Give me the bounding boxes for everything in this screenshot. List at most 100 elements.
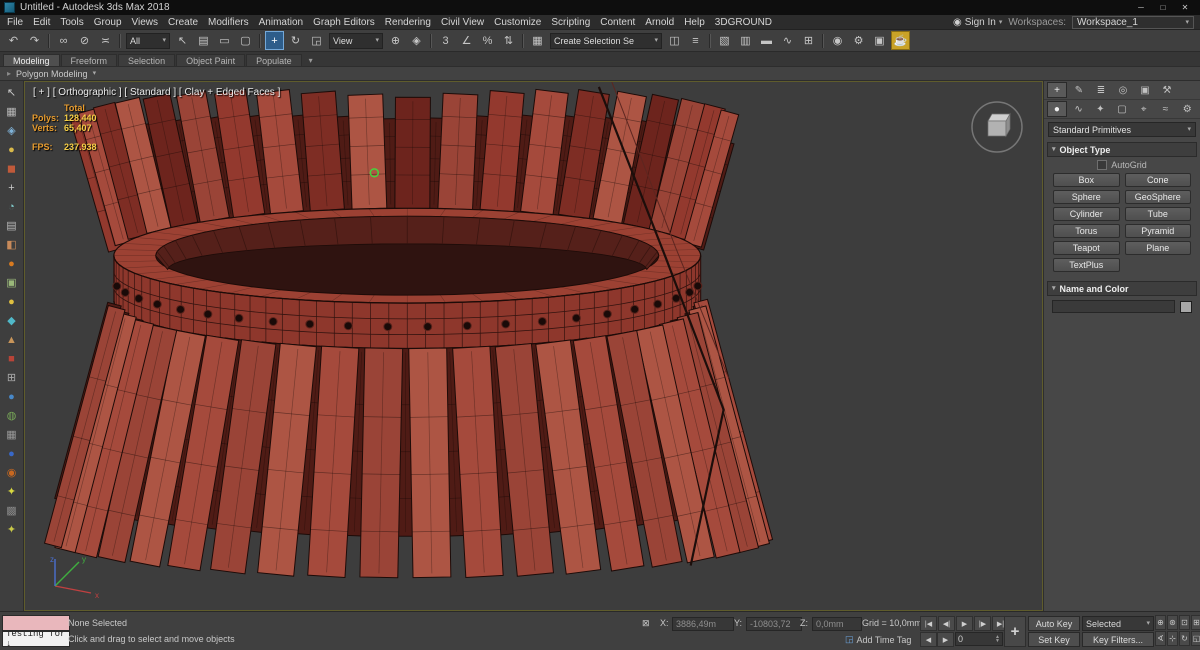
menu-arnold[interactable]: Arnold — [640, 17, 679, 28]
menu-customize[interactable]: Customize — [489, 17, 546, 28]
object-type-geosphere-button[interactable]: GeoSphere — [1124, 190, 1191, 204]
rendered-frame-window-icon[interactable]: ▣ — [870, 31, 889, 50]
object-color-swatch[interactable] — [1180, 300, 1192, 313]
selection-filter-dropdown[interactable]: All ▾ — [126, 32, 170, 49]
command-panel-tab-utilities[interactable]: ⚒ — [1157, 82, 1177, 98]
select-and-scale-icon[interactable]: ◲ — [307, 31, 326, 50]
schematic-view-icon[interactable]: ⊞ — [799, 31, 818, 50]
key-filters-button[interactable]: Key Filters... — [1082, 632, 1154, 647]
object-name-field[interactable] — [1052, 300, 1175, 313]
menu-file[interactable]: File — [2, 17, 28, 28]
set-keys-button[interactable]: + — [1004, 616, 1026, 647]
undo-icon[interactable]: ↶ — [4, 31, 23, 50]
set-key-button[interactable]: Set Key — [1028, 632, 1080, 647]
toggle-scene-explorer-icon[interactable]: ▧ — [715, 31, 734, 50]
object-type-textplus-button[interactable]: TextPlus — [1053, 258, 1120, 272]
maxscript-listener-field[interactable]: Testing for ↓ — [2, 631, 70, 647]
ribbon-collapsed-panel[interactable]: ▸ Polygon Modeling ▾ — [0, 67, 1200, 81]
select-and-manipulate-icon[interactable]: ◈ — [407, 31, 426, 50]
left-tool-square-icon[interactable]: ■ — [2, 349, 21, 368]
angle-snap-toggle-icon[interactable]: ∠ — [457, 31, 476, 50]
minimize-button[interactable]: ─ — [1130, 0, 1152, 15]
toggle-ribbon-icon[interactable]: ▬ — [757, 31, 776, 50]
name-and-color-rollout[interactable]: ▾ Name and Color — [1047, 281, 1197, 296]
left-tool-select-icon[interactable]: ↖ — [2, 83, 21, 102]
edit-named-selection-sets-icon[interactable]: ▦ — [528, 31, 547, 50]
left-tool-bluedot-icon[interactable]: ● — [2, 387, 21, 406]
menu-animation[interactable]: Animation — [254, 17, 308, 28]
menu-3dground[interactable]: 3DGROUND — [710, 17, 777, 28]
rectangular-selection-region-icon[interactable]: ▭ — [215, 31, 234, 50]
object-type-cone-button[interactable]: Cone — [1124, 173, 1191, 187]
left-tool-tri-icon[interactable]: ▲ — [2, 330, 21, 349]
render-setup-icon[interactable]: ⚙ — [849, 31, 868, 50]
current-frame-field[interactable]: 0 ▲ ▼ — [955, 632, 1003, 646]
primitives-category-dropdown[interactable]: Standard Primitives ▾ — [1048, 122, 1196, 137]
left-tool-leaf-icon[interactable]: ◍ — [2, 406, 21, 425]
viewport[interactable]: [ + ] [ Orthographic ] [ Standard ] [ Cl… — [24, 81, 1043, 611]
object-type-plane-button[interactable]: Plane — [1124, 241, 1191, 255]
curve-editor-icon[interactable]: ∿ — [778, 31, 797, 50]
next-key-button[interactable]: ▶ — [937, 632, 954, 647]
left-tool-panel-icon[interactable]: ▣ — [2, 273, 21, 292]
left-tool-half-icon[interactable]: ◧ — [2, 235, 21, 254]
next-frame-button[interactable]: |▶ — [974, 616, 991, 631]
maximize-button[interactable]: □ — [1152, 0, 1174, 15]
left-tool-plusbox-icon[interactable]: ⊞ — [2, 368, 21, 387]
select-and-rotate-icon[interactable]: ↻ — [286, 31, 305, 50]
left-tool-gem-icon[interactable]: ◈ — [2, 121, 21, 140]
left-tool-dot-icon[interactable]: ● — [2, 254, 21, 273]
object-type-torus-button[interactable]: Torus — [1053, 224, 1120, 238]
percent-snap-toggle-icon[interactable]: % — [478, 31, 497, 50]
sign-in-button[interactable]: ◉ Sign In ▾ — [953, 17, 1002, 28]
command-panel-tab-display[interactable]: ▣ — [1135, 82, 1155, 98]
command-panel-category-shapes[interactable]: ∿ — [1069, 101, 1089, 117]
menu-help[interactable]: Help — [679, 17, 710, 28]
mirror-icon[interactable]: ◫ — [665, 31, 684, 50]
command-panel-tab-motion[interactable]: ◎ — [1113, 82, 1133, 98]
object-type-sphere-button[interactable]: Sphere — [1053, 190, 1120, 204]
command-panel-tab-create[interactable]: + — [1047, 82, 1067, 98]
ribbon-config-icon[interactable]: ▾ — [309, 56, 313, 66]
zoom-icon[interactable]: ⊕ — [1155, 615, 1166, 630]
left-tool-ball-icon[interactable]: ● — [2, 292, 21, 311]
left-tool-hatch-icon[interactable]: ▩ — [2, 501, 21, 520]
left-tool-arc-icon[interactable]: ◔ — [2, 197, 21, 216]
material-editor-icon[interactable]: ◉ — [828, 31, 847, 50]
workspace-dropdown[interactable]: Workspace_1 ▾ — [1072, 15, 1194, 29]
menu-rendering[interactable]: Rendering — [380, 17, 436, 28]
redo-icon[interactable]: ↷ — [25, 31, 44, 50]
command-panel-category-geometry[interactable]: ● — [1047, 101, 1067, 117]
macro-recorder-field[interactable] — [2, 615, 70, 631]
command-panel-tab-modify[interactable]: ✎ — [1069, 82, 1089, 98]
previous-frame-button[interactable]: ◀| — [938, 616, 955, 631]
left-tool-navy-icon[interactable]: ● — [2, 444, 21, 463]
select-object-icon[interactable]: ↖ — [173, 31, 192, 50]
menu-civil-view[interactable]: Civil View — [436, 17, 489, 28]
left-tool-star-icon[interactable]: ✦ — [2, 520, 21, 539]
auto-key-button[interactable]: Auto Key — [1028, 616, 1080, 631]
object-type-teapot-button[interactable]: Teapot — [1053, 241, 1120, 255]
command-panel-category-helpers[interactable]: ⌖ — [1134, 101, 1154, 117]
object-type-pyramid-button[interactable]: Pyramid — [1124, 224, 1191, 238]
named-selection-sets-dropdown[interactable]: Create Selection Se ▾ — [550, 32, 662, 49]
object-type-box-button[interactable]: Box — [1053, 173, 1120, 187]
y-coordinate-field[interactable]: -10803,72 — [746, 617, 802, 631]
ribbon-tab-modeling[interactable]: Modeling — [3, 54, 60, 66]
object-type-tube-button[interactable]: Tube — [1124, 207, 1191, 221]
window-crossing-icon[interactable]: ▢ — [236, 31, 255, 50]
z-coordinate-field[interactable]: 0,0mm — [812, 617, 862, 631]
viewport-label[interactable]: [ + ] [ Orthographic ] [ Standard ] [ Cl… — [33, 87, 280, 98]
use-pivot-point-center-icon[interactable]: ⊕ — [386, 31, 405, 50]
menu-edit[interactable]: Edit — [28, 17, 55, 28]
unlink-selection-icon[interactable]: ⊘ — [75, 31, 94, 50]
menu-tools[interactable]: Tools — [55, 17, 88, 28]
command-panel-category-space-warps[interactable]: ≈ — [1156, 101, 1176, 117]
align-icon[interactable]: ≡ — [686, 31, 705, 50]
command-panel-category-systems[interactable]: ⚙ — [1177, 101, 1197, 117]
view-cube[interactable] — [966, 96, 1028, 158]
ribbon-tab-freeform[interactable]: Freeform — [60, 54, 118, 66]
left-tool-diamond-icon[interactable]: ◆ — [2, 311, 21, 330]
menu-modifiers[interactable]: Modifiers — [203, 17, 254, 28]
field-of-view-icon[interactable]: ∢ — [1155, 631, 1166, 646]
